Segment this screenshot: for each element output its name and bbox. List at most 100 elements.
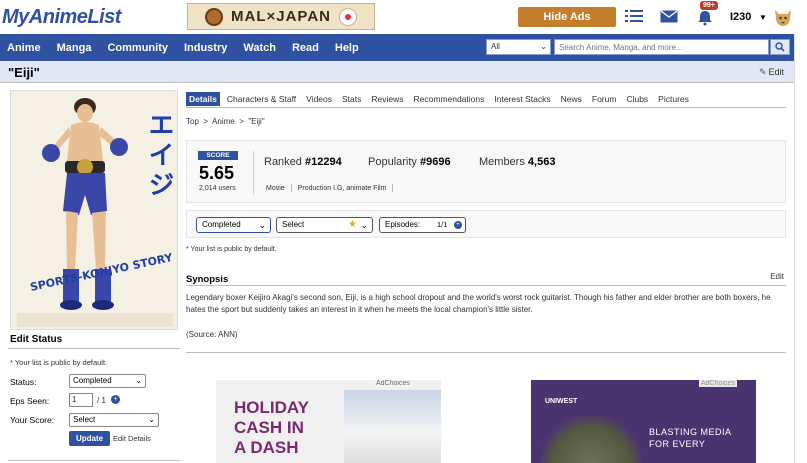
nav-item-industry[interactable]: Industry bbox=[184, 42, 227, 54]
tab-stats[interactable]: Stats bbox=[339, 92, 364, 106]
update-button[interactable]: Update bbox=[69, 431, 110, 446]
chevron-down-icon: ⌄ bbox=[148, 415, 155, 424]
edit-status-heading: Edit Status bbox=[10, 334, 63, 345]
star-icon: ★ bbox=[348, 219, 357, 230]
popularity-value: #9696 bbox=[419, 156, 451, 168]
score-users: 2,014 users bbox=[199, 185, 236, 192]
bell-icon[interactable] bbox=[696, 8, 714, 26]
list-score-value: Select bbox=[282, 220, 305, 229]
breadcrumb-separator: > bbox=[203, 117, 209, 126]
advertisement-left[interactable]: HOLIDAY CASH IN A DASH AdChoices bbox=[216, 380, 441, 463]
type-link[interactable]: Movie bbox=[266, 185, 285, 192]
breadcrumb-top[interactable]: Top bbox=[186, 117, 199, 126]
tab-characters-staff[interactable]: Characters & Staff bbox=[224, 92, 299, 106]
tab-details[interactable]: Details bbox=[186, 92, 220, 106]
ranked-label: Ranked bbox=[264, 156, 302, 168]
site-logo[interactable]: MyAnimeList bbox=[2, 6, 121, 29]
nav-item-community[interactable]: Community bbox=[107, 42, 168, 54]
search-icon bbox=[775, 42, 785, 52]
synopsis-heading: Synopsis bbox=[186, 274, 229, 285]
ad-photo bbox=[541, 416, 641, 463]
caret-down-icon[interactable]: ▼ bbox=[759, 13, 767, 22]
main-nav: Anime Manga Community Industry Watch Rea… bbox=[0, 34, 794, 61]
breadcrumb: Top > Anime > "Eiji" bbox=[186, 117, 265, 126]
studios-link[interactable]: Production I.G, animate Film bbox=[298, 185, 387, 192]
ad-left-line: HOLIDAY bbox=[234, 398, 309, 417]
nav-item-manga[interactable]: Manga bbox=[57, 42, 92, 54]
list-status-select[interactable]: Completed ⌄ bbox=[196, 217, 271, 233]
eps-total: / 1 bbox=[97, 396, 106, 405]
edit-details-link[interactable]: Edit Details bbox=[113, 434, 151, 443]
divider bbox=[186, 285, 786, 286]
members-stat: Members 4,563 bbox=[479, 156, 555, 168]
user-avatar[interactable] bbox=[773, 6, 793, 28]
status-select[interactable]: Completed ⌄ bbox=[69, 374, 146, 388]
eps-seen-input[interactable]: 1 bbox=[69, 393, 93, 407]
edit-title-link[interactable]: ✎ Edit bbox=[759, 67, 784, 78]
edit-title-label: Edit bbox=[768, 67, 785, 77]
search-scope-value: All bbox=[491, 42, 500, 51]
list-public-note: * Your list is public by default. bbox=[10, 358, 108, 367]
divider bbox=[290, 184, 292, 192]
search-button[interactable] bbox=[770, 39, 790, 55]
tab-clubs[interactable]: Clubs bbox=[623, 92, 651, 106]
ad-left-headline: HOLIDAY CASH IN A DASH bbox=[234, 398, 309, 458]
notification-count-badge: 99+ bbox=[700, 1, 718, 10]
tab-reviews[interactable]: Reviews bbox=[368, 92, 406, 106]
breadcrumb-anime[interactable]: Anime bbox=[212, 117, 235, 126]
top-header: MyAnimeList MAL×JAPAN Hide Ads 99+ I230 … bbox=[0, 0, 807, 34]
ad-right-brand: UNIWEST bbox=[545, 398, 578, 405]
tab-news[interactable]: News bbox=[558, 92, 585, 106]
meta-row: Movie Production I.G, animate Film bbox=[266, 184, 394, 192]
anime-poster[interactable]: エイジ SPORTS-KONJYO STORY bbox=[10, 90, 178, 330]
score-stats-box: SCORE 5.65 2,014 users Ranked #12294 Pop… bbox=[186, 140, 786, 203]
tab-recommendations[interactable]: Recommendations bbox=[411, 92, 488, 106]
your-score-select[interactable]: Select ⌄ bbox=[69, 413, 159, 427]
detail-tabs: Details Characters & Staff Videos Stats … bbox=[186, 91, 696, 107]
list-episodes-value: 1/1 bbox=[437, 220, 448, 229]
search-input[interactable] bbox=[554, 39, 769, 55]
advertisement-right[interactable]: AdChoices UNIWEST BLASTING MEDIA FOR EVE… bbox=[531, 380, 756, 463]
hide-ads-button[interactable]: Hide Ads bbox=[518, 7, 616, 27]
mail-icon[interactable] bbox=[660, 8, 678, 24]
status-label: Status: bbox=[10, 377, 37, 387]
nav-item-anime[interactable]: Anime bbox=[7, 42, 41, 54]
add-to-list-bar: Completed ⌄ Select ★ ⌄ Episodes: 1/1 + bbox=[186, 210, 786, 238]
ad-left-line: CASH IN bbox=[234, 418, 304, 437]
search-scope-select[interactable]: All ⌄ bbox=[486, 39, 551, 55]
score-label: SCORE bbox=[198, 151, 238, 160]
list-icon[interactable] bbox=[625, 8, 643, 24]
nav-item-watch[interactable]: Watch bbox=[243, 42, 276, 54]
tab-pictures[interactable]: Pictures bbox=[655, 92, 692, 106]
increment-episodes-icon[interactable]: + bbox=[454, 221, 462, 229]
list-score-select[interactable]: Select ★ ⌄ bbox=[276, 217, 373, 233]
members-label: Members bbox=[479, 156, 525, 168]
adchoices-link[interactable]: AdChoices bbox=[374, 380, 412, 387]
sidebar-overflow-edge bbox=[794, 34, 807, 463]
nav-item-read[interactable]: Read bbox=[292, 42, 319, 54]
tab-interest-stacks[interactable]: Interest Stacks bbox=[491, 92, 553, 106]
divider bbox=[253, 151, 254, 195]
poster-title-jp: エイジ bbox=[144, 111, 174, 201]
left-sidebar: エイジ SPORTS-KONJYO STORY Edit Status * Yo… bbox=[8, 88, 180, 463]
divider bbox=[186, 107, 786, 108]
chevron-down-icon: ⌄ bbox=[540, 42, 547, 51]
mal-japan-banner[interactable]: MAL×JAPAN bbox=[187, 3, 375, 30]
ranked-stat: Ranked #12294 bbox=[264, 156, 342, 168]
adchoices-link[interactable]: AdChoices bbox=[699, 380, 737, 387]
synopsis-edit-link[interactable]: Edit bbox=[770, 272, 784, 281]
ad-right-headline: BLASTING MEDIA FOR EVERY bbox=[649, 426, 732, 450]
tab-videos[interactable]: Videos bbox=[303, 92, 335, 106]
ad-right-line: FOR EVERY bbox=[649, 439, 706, 449]
status-select-value: Completed bbox=[73, 376, 112, 385]
breadcrumb-current[interactable]: "Eiji" bbox=[248, 117, 264, 126]
divider bbox=[392, 184, 394, 192]
list-episodes-field[interactable]: Episodes: 1/1 + bbox=[379, 217, 466, 233]
list-public-note: * Your list is public by default. bbox=[186, 246, 277, 253]
increment-eps-icon[interactable]: + bbox=[111, 395, 120, 404]
main-content: Details Characters & Staff Videos Stats … bbox=[186, 88, 786, 463]
divider bbox=[8, 460, 180, 461]
tab-forum[interactable]: Forum bbox=[589, 92, 620, 106]
nav-item-help[interactable]: Help bbox=[335, 42, 359, 54]
username[interactable]: I230 bbox=[730, 11, 751, 23]
